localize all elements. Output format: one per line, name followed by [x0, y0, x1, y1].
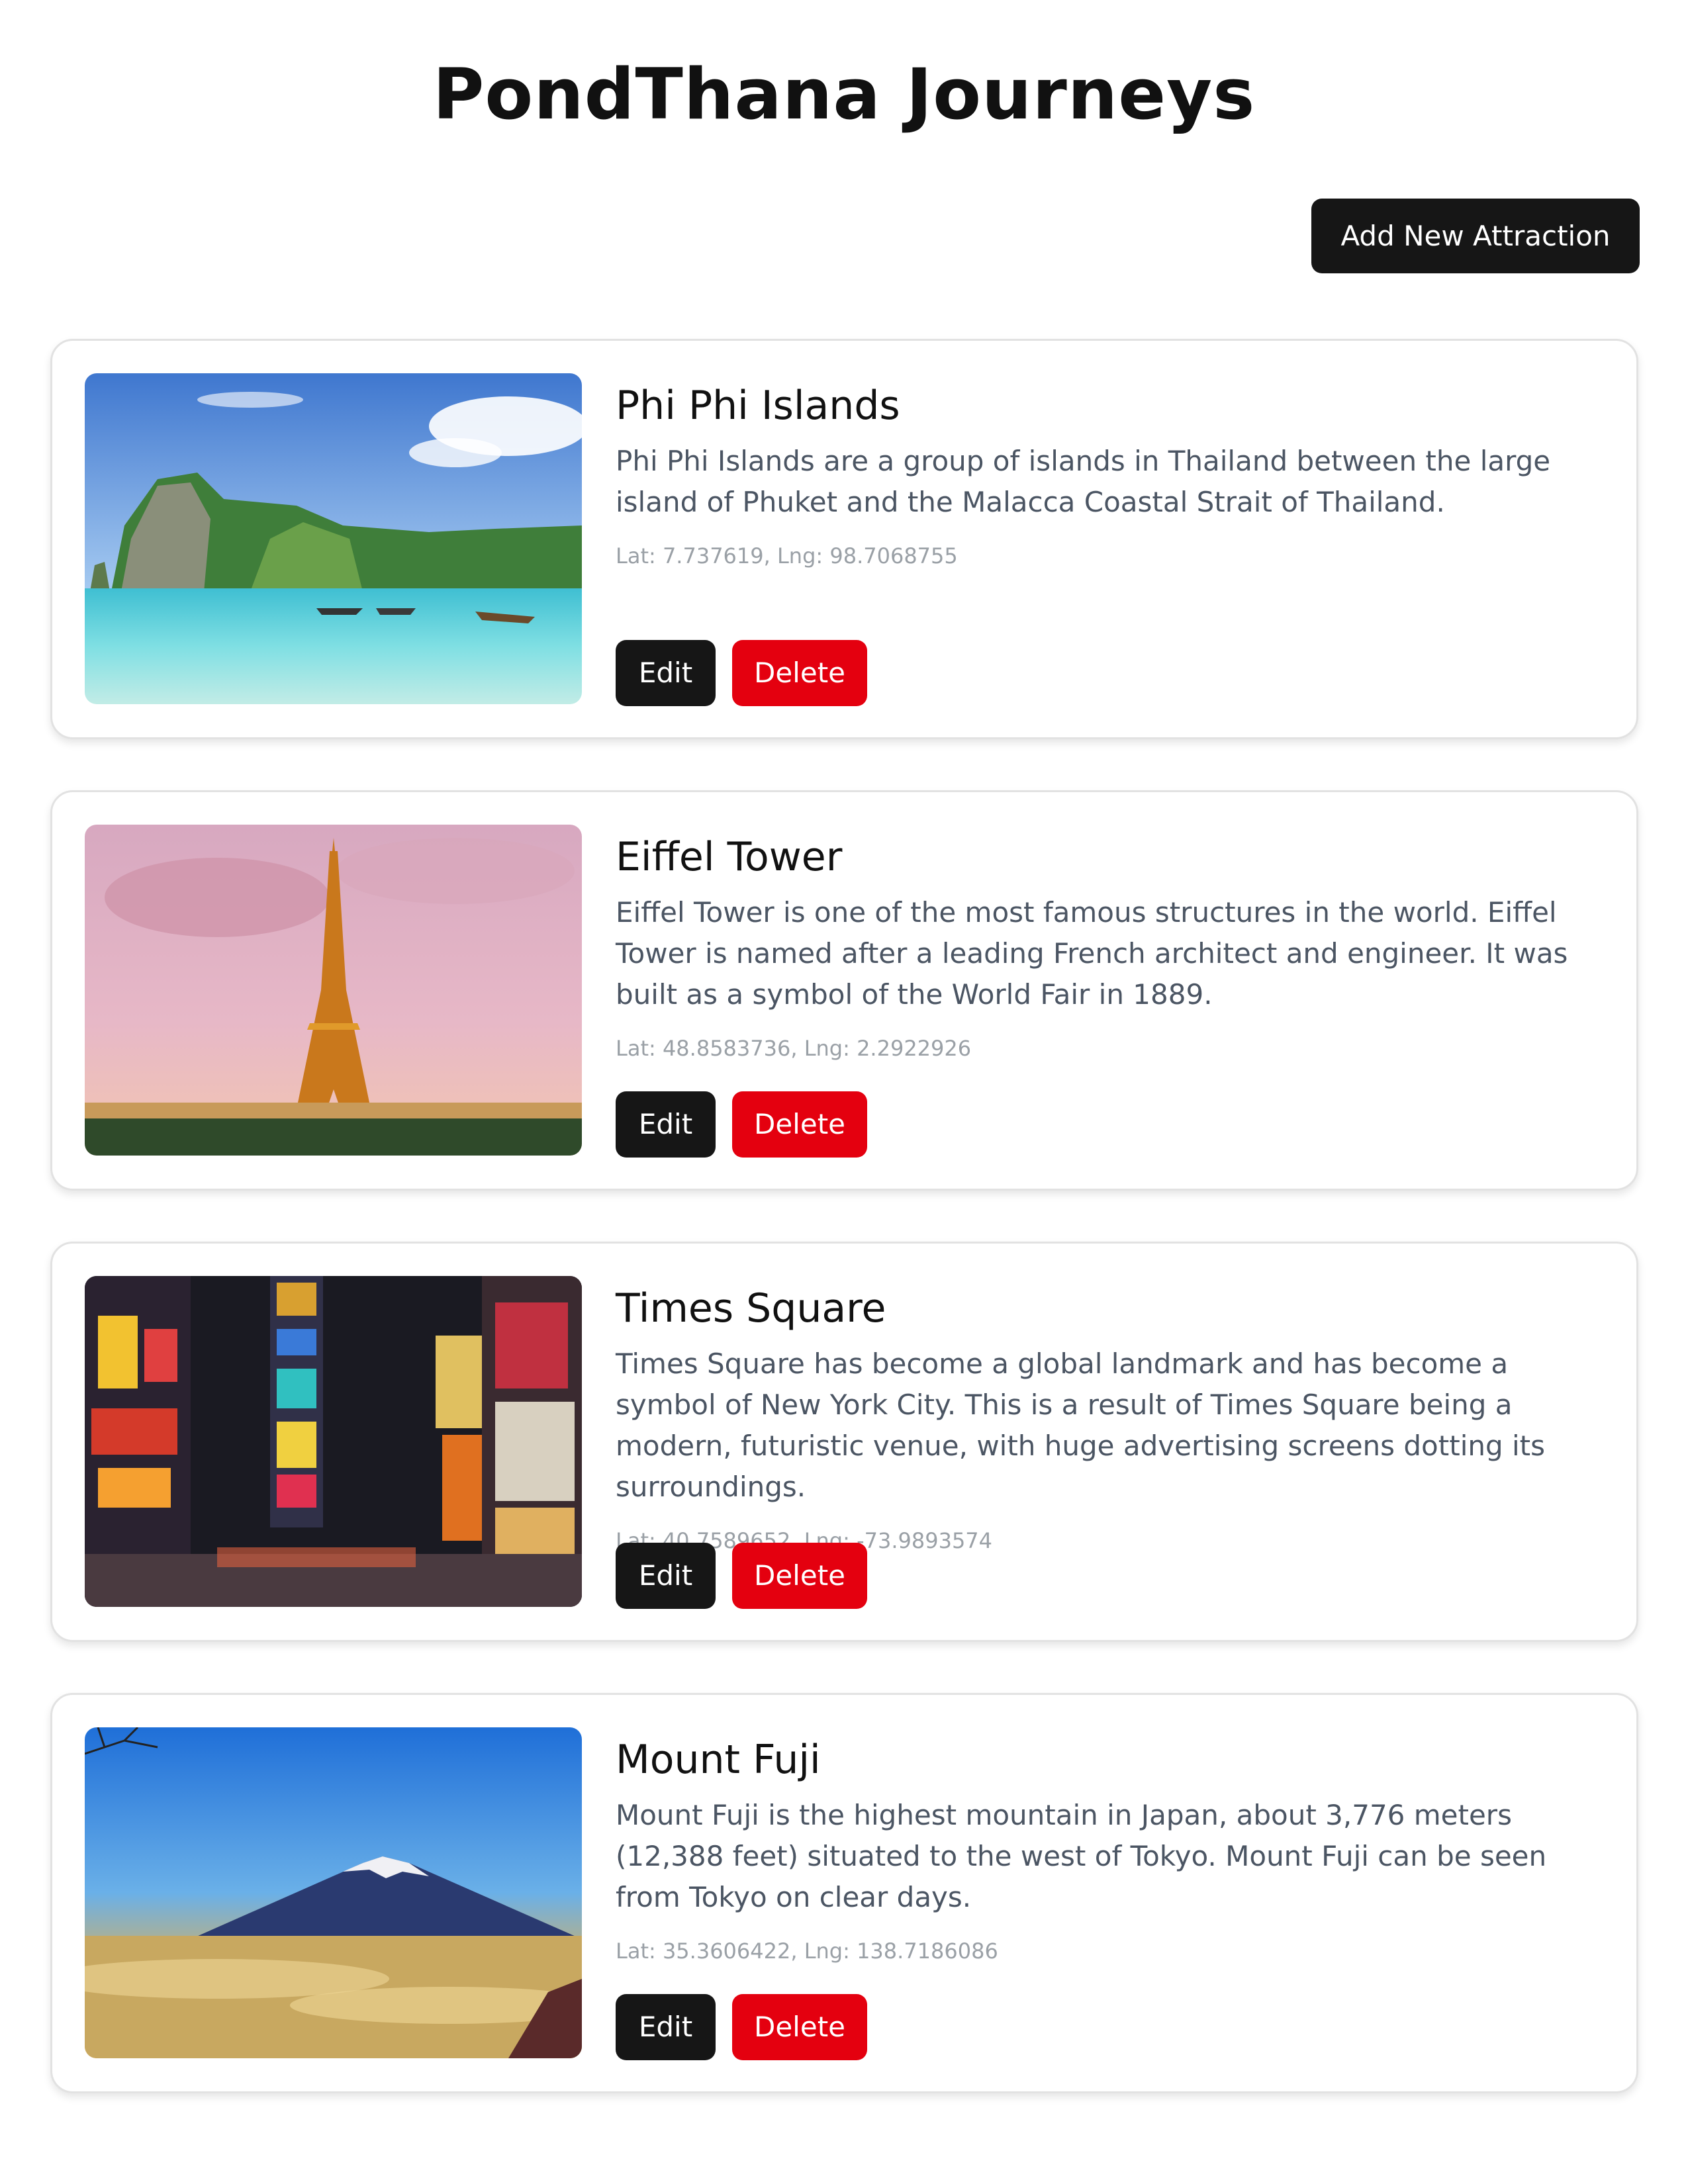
- attraction-content: Times Square Times Square has become a g…: [616, 1276, 1609, 1555]
- attraction-card-phi-phi: Phi Phi Islands Phi Phi Islands are a gr…: [50, 339, 1638, 739]
- add-new-attraction-button[interactable]: Add New Attraction: [1311, 199, 1640, 273]
- delete-button[interactable]: Delete: [732, 640, 867, 706]
- delete-button[interactable]: Delete: [732, 1994, 867, 2060]
- edit-button[interactable]: Edit: [616, 640, 716, 706]
- page-title: PondThana Journeys: [432, 54, 1256, 135]
- attraction-card-eiffel: Eiffel Tower Eiffel Tower is one of the …: [50, 790, 1638, 1191]
- attraction-card-times-square: Times Square Times Square has become a g…: [50, 1242, 1638, 1642]
- attraction-description: Mount Fuji is the highest mountain in Ja…: [616, 1799, 1547, 1913]
- delete-button[interactable]: Delete: [732, 1091, 867, 1158]
- attraction-content: Phi Phi Islands Phi Phi Islands are a gr…: [616, 373, 1609, 570]
- attraction-coordinates: Lat: 7.737619, Lng: 98.7068755: [616, 543, 958, 569]
- attraction-content: Eiffel Tower Eiffel Tower is one of the …: [616, 825, 1609, 1063]
- edit-button[interactable]: Edit: [616, 1543, 716, 1609]
- attraction-card-mount-fuji: Mount Fuji Mount Fuji is the highest mou…: [50, 1693, 1638, 2093]
- attraction-coordinates: Lat: 48.8583736, Lng: 2.2922926: [616, 1036, 972, 1061]
- attraction-content: Mount Fuji Mount Fuji is the highest mou…: [616, 1727, 1609, 1966]
- attraction-image: [85, 825, 582, 1156]
- attraction-image: [85, 1276, 582, 1607]
- attraction-name: Phi Phi Islands: [616, 383, 900, 429]
- attraction-coordinates: Lat: 35.3606422, Lng: 138.7186086: [616, 1938, 998, 1964]
- attraction-name: Times Square: [616, 1285, 886, 1332]
- attraction-image: [85, 373, 582, 704]
- attraction-image: [85, 1727, 582, 2058]
- attraction-description: Times Square has become a global landmar…: [616, 1347, 1546, 1503]
- attraction-name: Eiffel Tower: [616, 834, 843, 880]
- attraction-description: Phi Phi Islands are a group of islands i…: [616, 445, 1551, 518]
- edit-button[interactable]: Edit: [616, 1994, 716, 2060]
- edit-button[interactable]: Edit: [616, 1091, 716, 1158]
- delete-button[interactable]: Delete: [732, 1543, 867, 1609]
- attraction-description: Eiffel Tower is one of the most famous s…: [616, 896, 1568, 1011]
- attraction-name: Mount Fuji: [616, 1737, 821, 1783]
